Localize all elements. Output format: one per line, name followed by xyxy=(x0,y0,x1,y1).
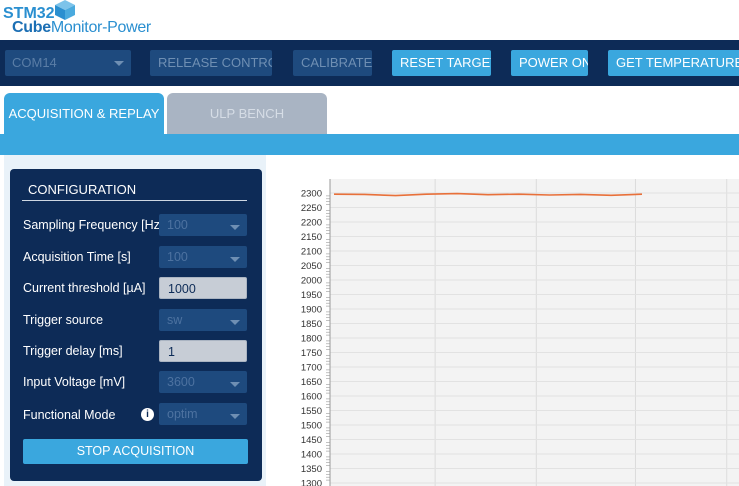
reset-target-button[interactable]: RESET TARGET xyxy=(392,50,491,76)
trigger-delay-input[interactable]: 1 xyxy=(159,340,247,362)
input-voltage-label: Input Voltage [mV] xyxy=(23,375,126,389)
tab-ulp-bench[interactable]: ULP BENCH xyxy=(167,93,327,134)
configuration-title: CONFIGURATION xyxy=(28,182,137,197)
tab-bar xyxy=(0,134,739,155)
y-tick-label: 1400 xyxy=(301,450,322,461)
y-tick-label: 1950 xyxy=(301,290,322,301)
current-threshold-label: Current threshold [µA] xyxy=(23,281,146,295)
logo-name: CubeMonitor-Power xyxy=(12,19,151,36)
y-tick-label: 2000 xyxy=(301,276,322,287)
functional-mode-label: Functional Mode xyxy=(23,408,116,422)
chart-panel: 2300 2250 2200 2150 2100 2050 2000 1950 1900 1850… xyxy=(282,165,739,486)
functional-mode-select[interactable]: optim xyxy=(159,403,247,425)
y-tick-label: 1350 xyxy=(301,464,322,475)
calibrate-button[interactable]: CALIBRATE xyxy=(293,50,372,76)
y-tick-label: 2050 xyxy=(301,261,322,272)
y-tick-label: 1750 xyxy=(301,348,322,359)
y-tick-label: 1700 xyxy=(301,363,322,374)
chevron-down-icon xyxy=(230,225,240,230)
y-tick-label: 1800 xyxy=(301,334,322,345)
app-logo: STM32 CubeMonitor-Power xyxy=(0,0,180,40)
get-temperature-button[interactable]: GET TEMPERATURE (°C xyxy=(608,50,739,76)
acquisition-time-select[interactable]: 100 xyxy=(159,246,247,268)
y-tick-label: 1450 xyxy=(301,435,322,446)
chevron-down-icon xyxy=(230,382,240,387)
current-threshold-input[interactable]: 1000 xyxy=(159,277,247,299)
y-tick-label: 1600 xyxy=(301,392,322,403)
y-tick-label: 1550 xyxy=(301,406,322,417)
y-tick-label: 2150 xyxy=(301,232,322,243)
release-control-button[interactable]: RELEASE CONTROL xyxy=(150,50,272,76)
sampling-frequency-label: Sampling Frequency [Hz] xyxy=(23,218,164,232)
port-select[interactable]: COM14 xyxy=(5,50,131,76)
chevron-down-icon xyxy=(114,61,124,66)
acquisition-time-label: Acquisition Time [s] xyxy=(23,250,131,264)
stop-acquisition-button[interactable]: STOP ACQUISITION xyxy=(23,439,248,464)
y-tick-label: 1300 xyxy=(301,479,322,486)
power-on-button[interactable]: POWER ON xyxy=(511,50,588,76)
toolbar: COM14 RELEASE CONTROL CALIBRATE RESET TA… xyxy=(0,40,739,86)
y-tick-label: 1900 xyxy=(301,305,322,316)
y-tick-label: 2250 xyxy=(301,203,322,214)
trigger-source-select[interactable]: sw xyxy=(159,309,247,331)
chevron-down-icon xyxy=(230,257,240,262)
tab-acquisition-replay[interactable]: ACQUISITION & REPLAY xyxy=(4,93,164,134)
tab-strip: ACQUISITION & REPLAY ULP BENCH xyxy=(0,86,739,134)
current-chart: 2300 2250 2200 2150 2100 2050 2000 1950 1900 1850… xyxy=(301,179,739,486)
info-icon[interactable]: i xyxy=(141,408,154,421)
y-tick-label: 2300 xyxy=(301,189,322,200)
chevron-down-icon xyxy=(230,320,240,325)
configuration-panel: CONFIGURATION Sampling Frequency [Hz] 10… xyxy=(10,169,262,481)
y-tick-label: 1500 xyxy=(301,421,322,432)
divider xyxy=(22,200,247,201)
sampling-frequency-select[interactable]: 100 xyxy=(159,214,247,236)
chevron-down-icon xyxy=(230,414,240,419)
trigger-source-label: Trigger source xyxy=(23,313,104,327)
y-tick-label: 2100 xyxy=(301,247,322,258)
input-voltage-select[interactable]: 3600 xyxy=(159,371,247,393)
y-tick-label: 1850 xyxy=(301,319,322,330)
y-tick-label: 2200 xyxy=(301,218,322,229)
y-tick-label: 1650 xyxy=(301,377,322,388)
trigger-delay-label: Trigger delay [ms] xyxy=(23,344,123,358)
